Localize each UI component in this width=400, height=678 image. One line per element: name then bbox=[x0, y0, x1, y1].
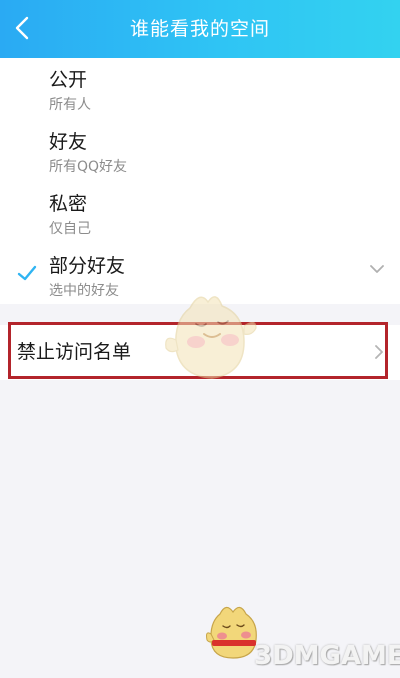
option-subtitle: 选中的好友 bbox=[49, 283, 119, 299]
option-title: 好友 bbox=[49, 131, 88, 153]
option-title: 部分好友 bbox=[49, 255, 126, 277]
watermark-text: 3DMGAME bbox=[254, 641, 400, 671]
blocklist-label: 禁止访问名单 bbox=[17, 341, 132, 363]
chevron-right-icon bbox=[375, 345, 383, 359]
app-header: 谁能看我的空间 bbox=[0, 0, 400, 58]
mascot-logo-icon bbox=[206, 606, 257, 659]
checkmark-icon bbox=[17, 265, 37, 281]
option-subtitle: 仅自己 bbox=[49, 221, 91, 237]
visibility-options-list: 公开 所有人 好友 所有QQ好友 私密 仅自己 部分好友 选中的好友 bbox=[0, 58, 400, 304]
option-friends[interactable]: 好友 所有QQ好友 bbox=[0, 120, 400, 182]
option-title: 私密 bbox=[49, 193, 88, 215]
option-private[interactable]: 私密 仅自己 bbox=[0, 182, 400, 244]
chevron-down-icon[interactable] bbox=[368, 260, 386, 278]
page-title: 谁能看我的空间 bbox=[129, 18, 270, 40]
option-subtitle: 所有人 bbox=[49, 97, 91, 113]
mascot-watermark-icon bbox=[165, 296, 257, 379]
option-subtitle: 所有QQ好友 bbox=[49, 159, 128, 175]
option-title: 公开 bbox=[49, 69, 88, 91]
option-public[interactable]: 公开 所有人 bbox=[0, 58, 400, 120]
